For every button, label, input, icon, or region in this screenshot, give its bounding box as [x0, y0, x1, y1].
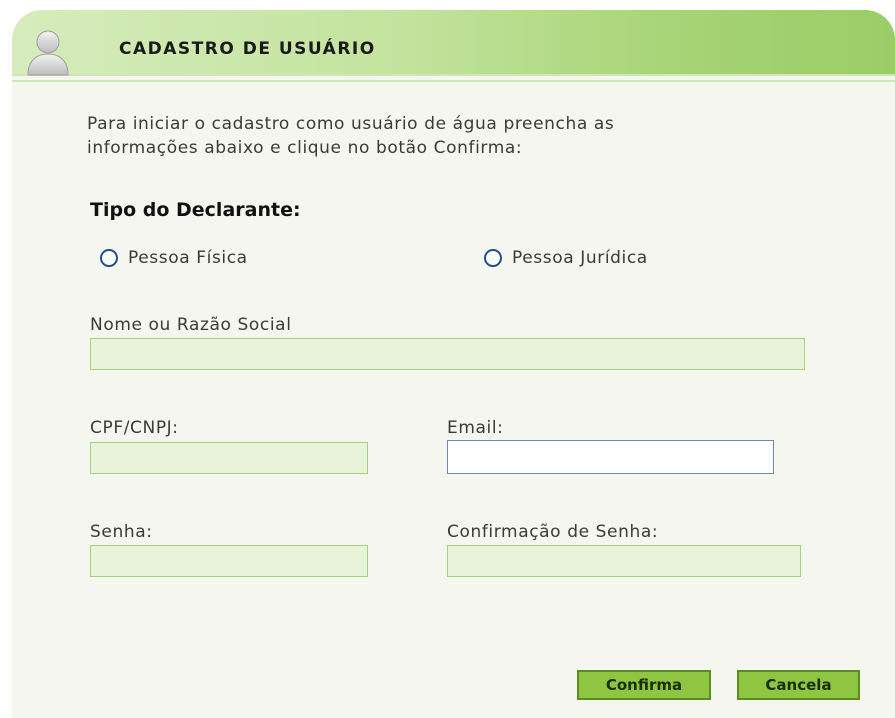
cpf-cnpj-input[interactable] — [90, 442, 368, 474]
radio-pessoa-fisica[interactable]: Pessoa Física — [100, 248, 248, 268]
user-avatar-icon — [25, 27, 71, 77]
confirm-senha-input[interactable] — [447, 545, 801, 577]
intro-line-2: informações abaixo e clique no botão Con… — [87, 138, 523, 158]
registration-panel: CADASTRO DE USUÁRIO Para iniciar o cadas… — [12, 10, 895, 718]
senha-input[interactable] — [90, 545, 368, 577]
radio-label-pessoa-fisica: Pessoa Física — [128, 248, 248, 268]
radio-label-pessoa-juridica: Pessoa Jurídica — [512, 248, 648, 268]
declarant-type-heading: Tipo do Declarante: — [90, 199, 301, 221]
cpf-cnpj-label: CPF/CNPJ: — [90, 418, 179, 438]
radio-circle-icon[interactable] — [100, 249, 118, 267]
nome-label: Nome ou Razão Social — [90, 315, 292, 335]
email-input[interactable] — [447, 440, 774, 474]
header-divider-secondary — [12, 80, 895, 82]
nome-input[interactable] — [90, 338, 805, 370]
intro-line-1: Para iniciar o cadastro como usuário de … — [87, 114, 615, 134]
radio-circle-icon[interactable] — [484, 249, 502, 267]
email-label: Email: — [447, 418, 504, 438]
intro-text: Para iniciar o cadastro como usuário de … — [87, 112, 807, 160]
confirm-button[interactable]: Confirma — [577, 670, 711, 700]
confirm-senha-label: Confirmação de Senha: — [447, 522, 659, 542]
cancel-button[interactable]: Cancela — [737, 670, 860, 700]
radio-pessoa-juridica[interactable]: Pessoa Jurídica — [484, 248, 648, 268]
senha-label: Senha: — [90, 522, 153, 542]
panel-title: CADASTRO DE USUÁRIO — [119, 39, 376, 59]
header-divider — [12, 74, 895, 76]
